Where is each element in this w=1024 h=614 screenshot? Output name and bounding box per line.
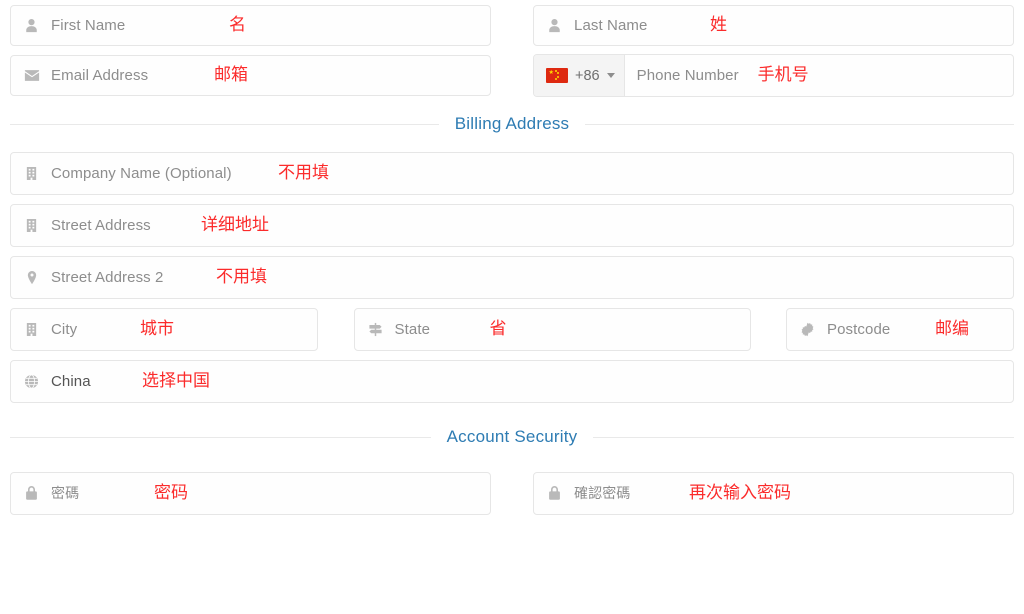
email-annotation: 邮箱 [214, 65, 248, 85]
account-security-title: Account Security [446, 427, 578, 446]
street-address-2-placeholder: Street Address 2 [51, 268, 164, 286]
company-row: Company Name (Optional) 不用填 [0, 147, 1024, 199]
password-placeholder: 密碼 [51, 486, 80, 502]
divider-line-left [10, 123, 439, 125]
last-name-annotation: 姓 [710, 14, 727, 35]
building-icon [23, 321, 40, 338]
country-code-selector[interactable]: ★ +86 [534, 55, 625, 96]
password-row: 密碼 密码 確認密碼 再次输入密码 [0, 467, 1024, 519]
postcode-annotation: 邮编 [935, 318, 969, 339]
state-field[interactable]: State 省 [353, 307, 751, 351]
divider-line-left [10, 436, 431, 438]
last-name-field[interactable]: Last Name 姓 [533, 4, 1014, 46]
confirm-password-annotation: 再次输入密码 [689, 482, 791, 503]
name-row: First Name 名 Last Name 姓 [0, 0, 1024, 50]
street-address-field[interactable]: Street Address 详细地址 [10, 203, 1014, 247]
state-annotation: 省 [489, 318, 507, 339]
flag-star-small [554, 69, 557, 72]
city-field[interactable]: City 城市 [10, 307, 318, 351]
lock-icon [546, 485, 563, 502]
first-name-placeholder: First Name [51, 16, 126, 34]
country-annotation: 选择中国 [142, 370, 210, 391]
user-icon [23, 17, 40, 34]
registration-form: First Name 名 Last Name 姓 Email Address 邮… [0, 0, 1024, 519]
signpost-icon [367, 321, 384, 338]
china-flag-icon: ★ [546, 68, 568, 83]
password-annotation: 密码 [154, 482, 188, 503]
phone-field[interactable]: ★ +86 Phone Number 手机号 [533, 54, 1014, 97]
country-value: China [51, 372, 91, 390]
divider-line-right [585, 123, 1015, 125]
divider-line-right [593, 436, 1015, 438]
map-pin-icon [23, 269, 40, 286]
postcode-placeholder: Postcode [827, 320, 891, 338]
last-name-placeholder: Last Name [574, 16, 648, 34]
confirm-password-placeholder: 確認密碼 [574, 486, 631, 502]
street-address-row: Street Address 详细地址 [0, 199, 1024, 251]
street-address-placeholder: Street Address [51, 216, 151, 234]
country-row: China 选择中国 [0, 355, 1024, 407]
building-icon [23, 217, 40, 234]
flag-star-small [556, 72, 559, 74]
gear-icon [799, 321, 816, 338]
billing-address-title: Billing Address [454, 114, 570, 133]
confirm-password-field[interactable]: 確認密碼 再次输入密码 [533, 471, 1014, 515]
company-name-field[interactable]: Company Name (Optional) 不用填 [10, 151, 1014, 195]
email-placeholder: Email Address [51, 67, 149, 84]
contact-row: Email Address 邮箱 ★ +86 Phone Number 手机号 [0, 50, 1024, 101]
dial-code-label: +86 [575, 67, 600, 84]
first-name-field[interactable]: First Name 名 [10, 4, 491, 46]
phone-number-input[interactable]: Phone Number 手机号 [625, 55, 1013, 96]
first-name-annotation: 名 [229, 14, 246, 35]
password-field[interactable]: 密碼 密码 [10, 471, 491, 515]
flag-star-small [554, 78, 557, 80]
billing-address-divider: Billing Address [0, 101, 1024, 147]
postcode-field[interactable]: Postcode 邮编 [786, 307, 1014, 351]
state-placeholder: State [394, 320, 431, 338]
building-icon [23, 165, 40, 182]
flag-star-small [556, 75, 559, 78]
email-field[interactable]: Email Address 邮箱 [10, 55, 491, 96]
street-address-2-row: Street Address 2 不用填 [0, 251, 1024, 303]
account-security-divider: Account Security [0, 407, 1024, 467]
street-address-2-field[interactable]: Street Address 2 不用填 [10, 255, 1014, 299]
street-address-annotation: 详细地址 [201, 214, 269, 235]
envelope-icon [23, 67, 40, 84]
phone-placeholder: Phone Number [636, 67, 739, 84]
city-annotation: 城市 [140, 318, 174, 339]
street-address-2-annotation: 不用填 [216, 266, 267, 287]
company-annotation: 不用填 [278, 162, 329, 183]
city-placeholder: City [51, 320, 78, 338]
country-field[interactable]: China 选择中国 [10, 359, 1014, 403]
city-state-postcode-row: City 城市 State 省 Postcode 邮编 [0, 303, 1024, 355]
chevron-down-icon[interactable] [606, 73, 615, 78]
company-placeholder: Company Name (Optional) [51, 164, 232, 182]
flag-star-large: ★ [548, 69, 554, 76]
lock-icon [23, 485, 40, 502]
globe-icon [23, 373, 40, 390]
phone-annotation: 手机号 [757, 65, 809, 85]
user-icon [546, 17, 563, 34]
